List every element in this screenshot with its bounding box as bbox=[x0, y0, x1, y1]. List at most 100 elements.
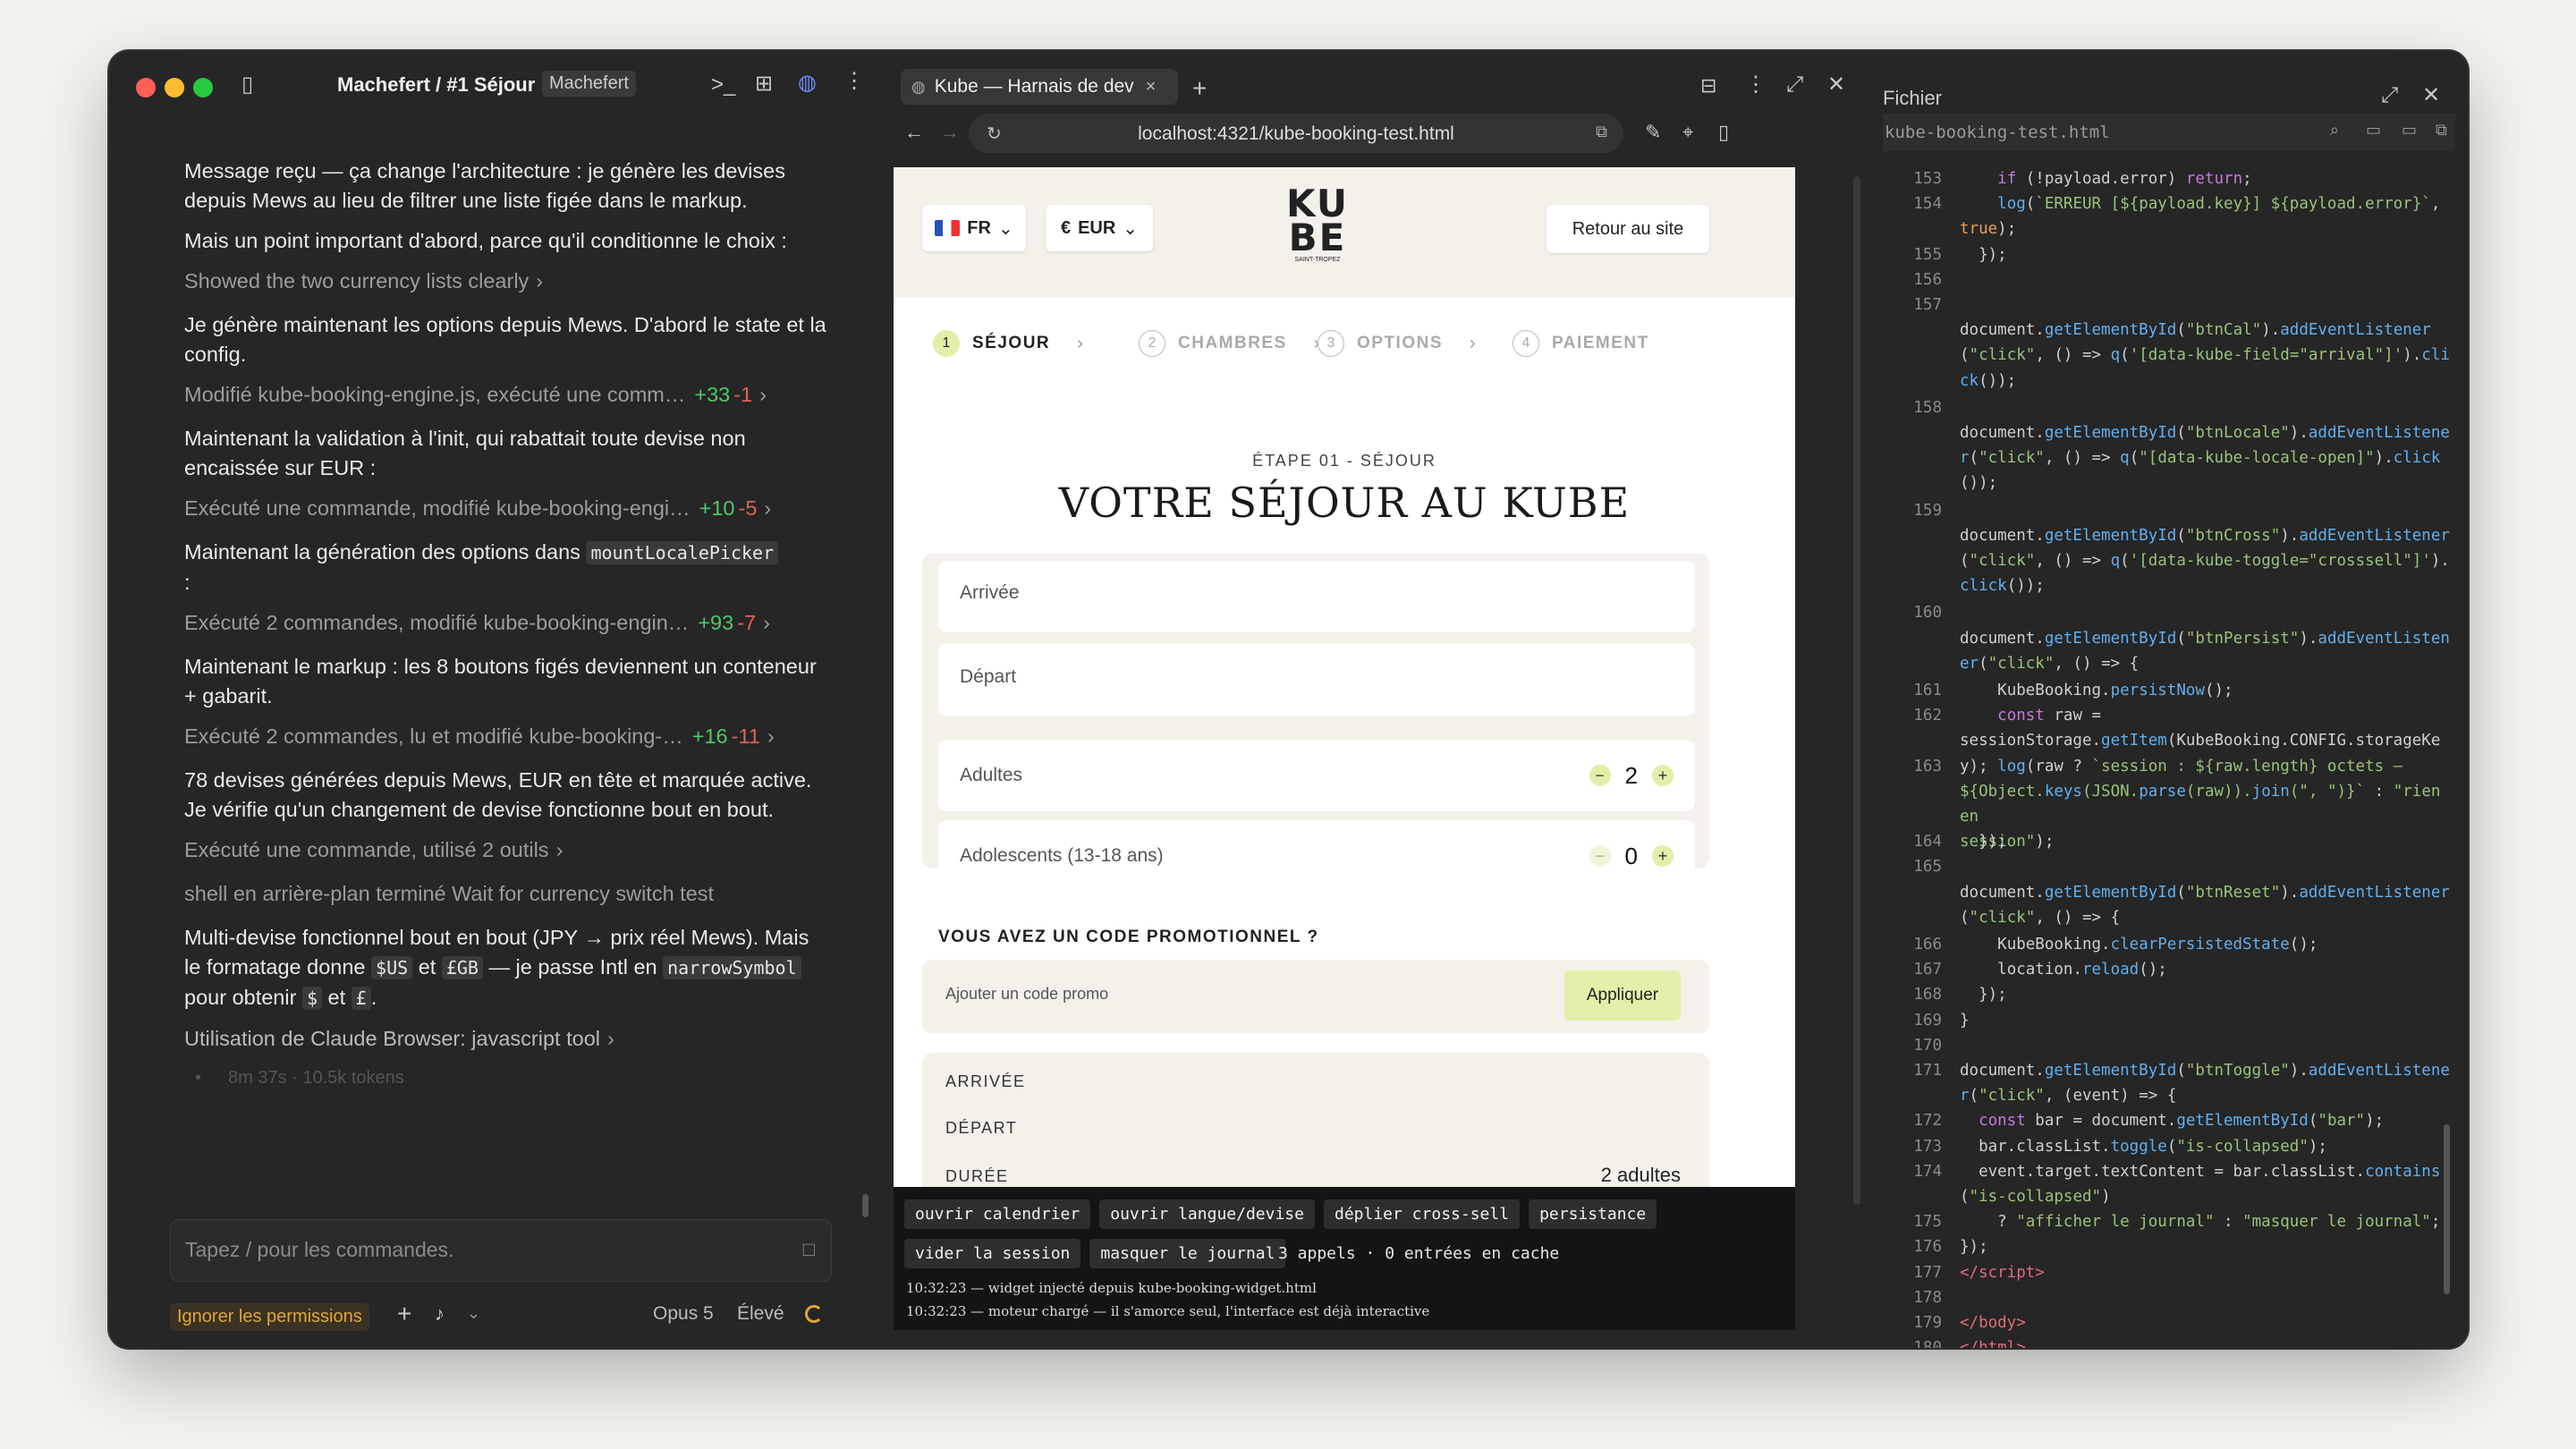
folder-open-icon[interactable]: ▭ bbox=[2402, 121, 2417, 140]
step-paiement[interactable]: 4 PAIEMENT bbox=[1513, 330, 1649, 357]
line-number: 164 bbox=[1913, 833, 1942, 852]
stop-icon[interactable]: □ bbox=[803, 1240, 815, 1259]
permissions-button[interactable]: Ignorer les permissions bbox=[170, 1303, 369, 1331]
harness-action-button[interactable]: déplier cross-sell bbox=[1323, 1199, 1521, 1229]
tool-activity[interactable]: Exécuté 2 commandes, lu et modifié kube-… bbox=[184, 722, 830, 751]
chevron-right-icon: › bbox=[759, 383, 767, 406]
new-tab-icon[interactable]: + bbox=[1192, 76, 1207, 101]
teens-minus-button[interactable]: − bbox=[1589, 845, 1611, 867]
promo-input[interactable]: Ajouter un code promo bbox=[945, 985, 1108, 1004]
zoom-window-button[interactable] bbox=[193, 78, 213, 97]
search-icon[interactable]: ⌕ bbox=[2330, 121, 2339, 140]
pen-icon[interactable]: ✎ bbox=[1645, 123, 1661, 142]
back-icon[interactable]: ← bbox=[904, 123, 924, 142]
chat-scrollbar[interactable] bbox=[862, 1194, 869, 1217]
chevron-down-icon[interactable]: ⌄ bbox=[467, 1305, 480, 1321]
harness-log: 10:32:23 — widget injecté depuis kube-bo… bbox=[906, 1276, 1429, 1323]
harness-action-button[interactable]: persistance bbox=[1529, 1199, 1657, 1229]
tool-activity[interactable]: Exécuté une commande, modifié kube-booki… bbox=[184, 494, 830, 523]
step-number: 1 bbox=[933, 330, 960, 357]
device-icon[interactable]: ▯ bbox=[1718, 123, 1729, 142]
tool-activity[interactable]: Modifié kube-booking-engine.js, exécuté … bbox=[184, 380, 830, 410]
page-scrollbar[interactable] bbox=[1853, 176, 1860, 1205]
tool-activity[interactable]: Exécuté une commande, utilisé 2 outils › bbox=[184, 835, 830, 865]
stepper: 1 SÉJOUR › 2 CHAMBRES › 3 OPTIONS › 4 PAIEMENT bbox=[933, 330, 1738, 366]
currency-value: EUR bbox=[1078, 217, 1116, 238]
line-number: 159 bbox=[1913, 501, 1942, 520]
summary-guests: 2 adultes bbox=[1600, 1164, 1681, 1186]
expand-icon[interactable]: ⤢ bbox=[1786, 74, 1803, 96]
line-number: 153 bbox=[1913, 170, 1942, 188]
minimize-window-button[interactable] bbox=[165, 78, 184, 97]
microphone-icon[interactable]: ♪ bbox=[435, 1304, 445, 1324]
summary-departure: DÉPART bbox=[945, 1119, 1018, 1137]
teens-plus-button[interactable]: + bbox=[1652, 845, 1674, 867]
pointer-icon[interactable]: ⌖ bbox=[1682, 123, 1693, 142]
line-number: 172 bbox=[1913, 1112, 1942, 1131]
promo-title: VOUS AVEZ UN CODE PROMOTIONNEL ? bbox=[938, 928, 1319, 946]
address-bar[interactable]: ↻ localhost:4321/kube-booking-test.html … bbox=[969, 114, 1623, 153]
harness-action-button[interactable]: ouvrir langue/devise bbox=[1099, 1199, 1315, 1229]
forward-icon[interactable]: → bbox=[940, 123, 960, 142]
tool-activity[interactable]: Showed the two currency lists clearly › bbox=[184, 267, 830, 296]
apply-promo-button[interactable]: Appliquer bbox=[1564, 970, 1681, 1021]
assistant-message: Maintenant la génération des options dan… bbox=[184, 538, 830, 597]
adults-plus-button[interactable]: + bbox=[1652, 765, 1674, 786]
tab-kube[interactable]: ◍ Kube — Harnais de dev × bbox=[901, 69, 1178, 105]
step-options[interactable]: 3 OPTIONS › bbox=[1318, 330, 1476, 357]
line-number: 166 bbox=[1913, 936, 1942, 953]
model-selector[interactable]: Opus 5 bbox=[653, 1303, 714, 1325]
assistant-message: Maintenant la validation à l'init, qui r… bbox=[184, 427, 746, 479]
assistant-message: Multi-devise fonctionnel bout en bout (J… bbox=[184, 926, 809, 1010]
line-number: 179 bbox=[1913, 1314, 1942, 1332]
code-line: KubeBooking.clearPersistedState(); bbox=[1960, 936, 2318, 953]
folder-icon[interactable]: ▭ bbox=[2366, 121, 2381, 140]
language-selector[interactable]: FR ⌄ bbox=[922, 205, 1026, 251]
tool-activity[interactable]: Utilisation de Claude Browser: javascrip… bbox=[184, 1024, 830, 1054]
terminal-icon[interactable]: >_ bbox=[711, 74, 735, 96]
panel-icon[interactable]: ⊞ bbox=[755, 73, 773, 95]
tool-activity[interactable]: shell en arrière-plan terminé Wait for c… bbox=[184, 879, 830, 909]
browser-menu-icon[interactable]: ⋮ bbox=[1745, 74, 1767, 96]
code-line: ? "afficher le journal" : "masquer le jo… bbox=[1960, 1213, 2441, 1232]
assistant-message: Maintenant le markup : les 8 boutons fig… bbox=[184, 655, 817, 708]
close-window-button[interactable] bbox=[136, 78, 156, 97]
more-icon[interactable]: ⋮ bbox=[843, 71, 865, 92]
tool-activity[interactable]: Exécuté 2 commandes, modifié kube-bookin… bbox=[184, 608, 830, 638]
harness-action-button[interactable]: masquer le journal bbox=[1089, 1239, 1286, 1268]
code-line: }); bbox=[1960, 833, 2007, 852]
chat-input[interactable]: Tapez / pour les commandes. □ bbox=[170, 1219, 832, 1282]
step-séjour[interactable]: 1 SÉJOUR › bbox=[933, 330, 1083, 357]
back-to-site-button[interactable]: Retour au site bbox=[1546, 205, 1709, 253]
add-icon[interactable]: + bbox=[397, 1301, 411, 1326]
code-line: } bbox=[1960, 1011, 1970, 1030]
layout-icon[interactable]: ⊟ bbox=[1700, 76, 1716, 96]
file-toolbar: kube-booking-test.html ⌕ ▭ ▭ ⧉ bbox=[1883, 114, 2455, 151]
departure-field[interactable]: Départ bbox=[938, 643, 1695, 716]
code-scrollbar[interactable] bbox=[2444, 1124, 2450, 1294]
line-number: 180 bbox=[1892, 1335, 1942, 1348]
kube-page: FR ⌄ € EUR ⌄ KU BE SAINT-TROPEZ Retour au… bbox=[894, 167, 1795, 1187]
line-number: 163 bbox=[1913, 757, 1942, 775]
expand-file-icon[interactable]: ⤢ bbox=[2381, 85, 2398, 106]
close-panel-icon[interactable]: ✕ bbox=[1827, 74, 1845, 96]
line-number: 155 bbox=[1913, 245, 1942, 264]
close-file-icon[interactable]: ✕ bbox=[2422, 85, 2440, 106]
adults-minus-button[interactable]: − bbox=[1589, 765, 1611, 786]
line-number: 161 bbox=[1913, 682, 1942, 699]
harness-action-button[interactable]: vider la session bbox=[904, 1239, 1081, 1268]
close-tab-icon[interactable]: × bbox=[1146, 77, 1157, 97]
globe-icon[interactable]: ◍ bbox=[798, 72, 817, 94]
line-number: 165 bbox=[1913, 858, 1942, 877]
harness-action-button[interactable]: ouvrir calendrier bbox=[904, 1199, 1091, 1229]
step-chambres[interactable]: 2 CHAMBRES › bbox=[1139, 330, 1319, 357]
code-line: document.getElementById("btnReset").addE… bbox=[1960, 883, 2450, 927]
copy-icon[interactable]: ⧉ bbox=[2436, 121, 2447, 140]
arrival-field[interactable]: Arrivée bbox=[938, 561, 1695, 632]
open-external-icon[interactable]: ⧉ bbox=[1596, 123, 1607, 141]
currency-selector[interactable]: € EUR ⌄ bbox=[1046, 205, 1153, 251]
effort-selector[interactable]: Élevé bbox=[737, 1303, 784, 1325]
code-line: bar.classList.toggle("is-collapsed"); bbox=[1960, 1137, 2327, 1156]
step-number: 4 bbox=[1513, 330, 1539, 357]
sidebar-toggle-icon[interactable]: ▯ bbox=[242, 74, 253, 96]
